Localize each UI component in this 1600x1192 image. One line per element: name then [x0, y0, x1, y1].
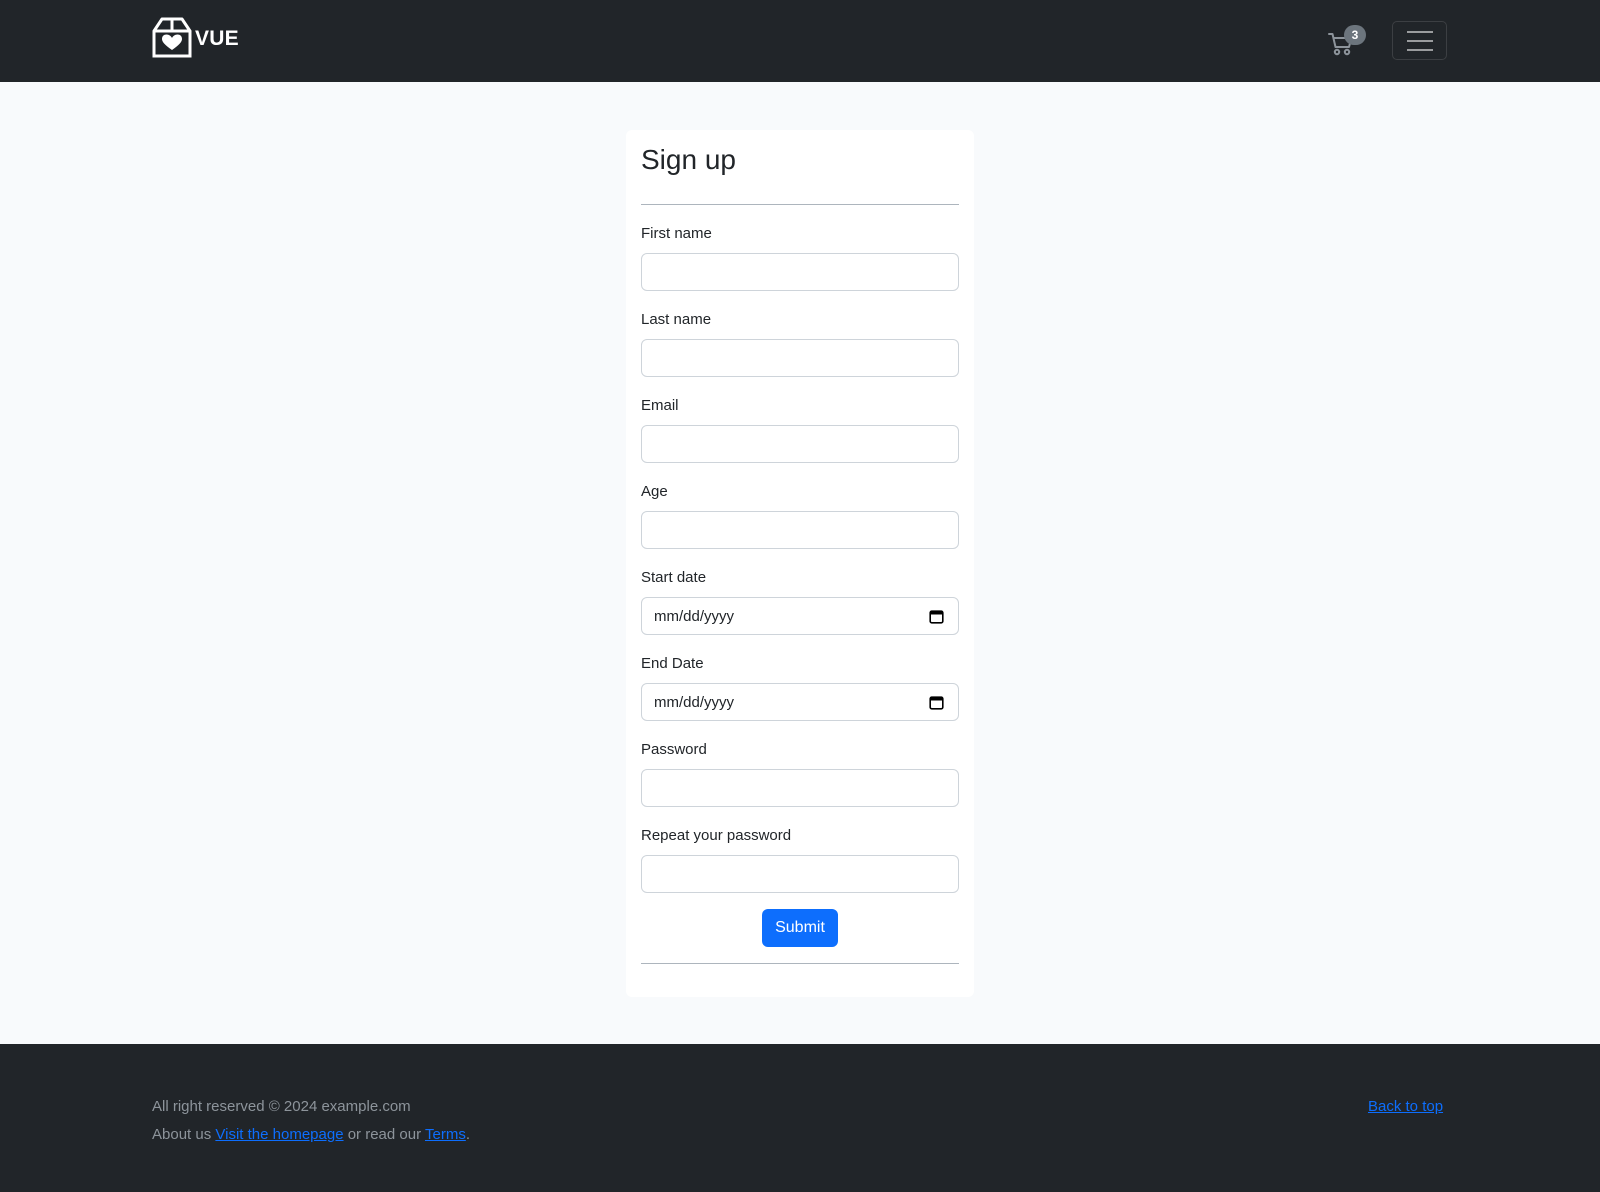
page-title: Sign up	[641, 144, 736, 175]
footer-about: About us Visit the homepage or read our …	[152, 1126, 470, 1143]
hamburger-icon	[1407, 31, 1433, 51]
start-date-input[interactable]: mm/dd/yyyy	[641, 597, 959, 635]
heart-box-icon	[152, 17, 192, 58]
first-name-input[interactable]	[641, 253, 959, 291]
divider-top	[641, 204, 959, 205]
age-label: Age	[641, 483, 668, 500]
signup-card: Sign up First name Last name Email Age S…	[626, 130, 974, 997]
homepage-link[interactable]: Visit the homepage	[215, 1126, 343, 1143]
end-date-label: End Date	[641, 655, 704, 672]
brand-link[interactable]: VUE	[151, 17, 239, 59]
end-date-value: mm/dd/yyyy	[654, 694, 735, 711]
last-name-label: Last name	[641, 311, 712, 328]
footer-about-prefix: About us	[152, 1126, 216, 1143]
divider-bottom	[641, 963, 959, 964]
end-date-input[interactable]: mm/dd/yyyy	[641, 683, 959, 721]
navbar-toggler-button[interactable]	[1392, 21, 1447, 60]
navbar: VUE 3	[0, 0, 1600, 82]
email-label: Email	[641, 397, 679, 414]
password-input[interactable]	[641, 769, 959, 807]
cart-button[interactable]: 3	[1326, 25, 1366, 61]
start-date-label: Start date	[641, 569, 707, 586]
start-date-value: mm/dd/yyyy	[654, 608, 735, 625]
submit-button[interactable]: Submit	[762, 909, 838, 947]
age-input[interactable]	[641, 511, 959, 549]
calendar-icon[interactable]	[929, 609, 944, 624]
repeat-password-input[interactable]	[641, 855, 959, 893]
footer-middle-text: or read our	[343, 1126, 425, 1143]
first-name-label: First name	[641, 225, 712, 242]
footer-copyright: All right reserved © 2024 example.com	[152, 1098, 411, 1115]
back-to-top-link[interactable]: Back to top	[1368, 1098, 1443, 1115]
calendar-icon[interactable]	[929, 695, 944, 710]
footer-end-text: .	[465, 1126, 471, 1143]
email-input[interactable]	[641, 425, 959, 463]
cart-count-badge: 3	[1344, 25, 1366, 45]
terms-link[interactable]: Terms	[425, 1126, 466, 1143]
repeat-password-label: Repeat your password	[641, 827, 792, 844]
footer: All right reserved © 2024 example.com Ab…	[0, 1044, 1600, 1192]
password-label: Password	[641, 741, 707, 758]
last-name-input[interactable]	[641, 339, 959, 377]
brand-name: VUE	[195, 27, 239, 50]
